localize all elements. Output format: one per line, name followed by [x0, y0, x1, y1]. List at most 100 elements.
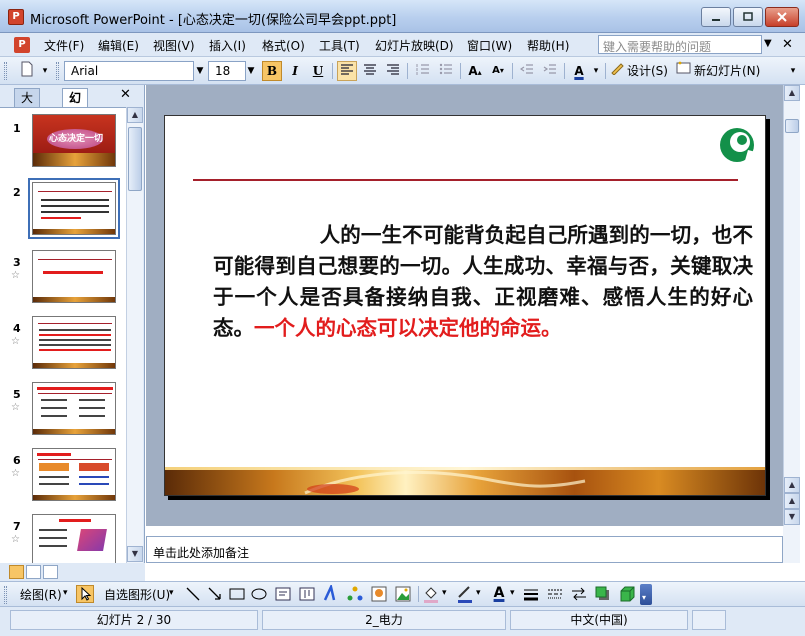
toolbar-grip[interactable]: [4, 62, 7, 80]
toolbar-options-button[interactable]: ▾: [640, 584, 652, 605]
draw-dropdown-icon[interactable]: ▾: [63, 588, 68, 598]
align-right-button[interactable]: [383, 61, 403, 81]
normal-view-icon[interactable]: [9, 565, 24, 579]
rectangle-tool-icon[interactable]: [228, 585, 246, 603]
wordart-icon[interactable]: [322, 583, 340, 603]
fill-color-dropdown-icon[interactable]: ▾: [442, 588, 447, 598]
thumbnail-banner: [33, 297, 115, 302]
panel-close-icon[interactable]: ✕: [120, 87, 131, 102]
dash-style-icon[interactable]: [546, 585, 564, 603]
draw-menu-button[interactable]: 绘图(R): [20, 586, 62, 603]
new-slide-button[interactable]: 新幻灯片(N): [694, 61, 764, 81]
select-pointer-icon[interactable]: [76, 585, 94, 603]
scroll-thumb[interactable]: [785, 119, 799, 133]
vertical-textbox-icon[interactable]: [298, 585, 316, 603]
bullet-list-button[interactable]: [436, 61, 456, 81]
slide-thumbnail-7[interactable]: [32, 514, 116, 563]
menu-slideshow[interactable]: 幻灯片放映(D): [375, 37, 454, 54]
help-search-input[interactable]: 键入需要帮助的问题: [598, 35, 762, 54]
decrease-indent-button[interactable]: [517, 61, 537, 81]
document-close-icon[interactable]: ✕: [782, 37, 793, 52]
menu-edit[interactable]: 编辑(E): [98, 37, 139, 54]
decrease-font-icon[interactable]: A▾: [488, 61, 508, 81]
slide-thumbnail-5[interactable]: [32, 382, 116, 435]
slide-scrollbar[interactable]: ▲ ▲ ▲ ▼: [783, 85, 800, 526]
document-icon[interactable]: P: [14, 37, 30, 53]
toolbar-grip[interactable]: [4, 586, 7, 604]
transition-star-icon: ☆: [11, 402, 20, 413]
menu-insert[interactable]: 插入(I): [209, 37, 246, 54]
insert-picture-icon[interactable]: [394, 585, 412, 603]
slide-thumbnail-3[interactable]: [32, 250, 116, 303]
italic-button[interactable]: I: [285, 61, 305, 81]
current-slide[interactable]: 人的一生不可能背负起自己所遇到的一切，也不可能得到自己想要的一切。人生成功、幸福…: [164, 115, 766, 496]
fill-color-icon[interactable]: [422, 585, 440, 603]
slide-thumbnail-1[interactable]: 心态决定一切: [32, 114, 116, 167]
3d-style-icon[interactable]: [618, 585, 636, 603]
clipart-icon[interactable]: [370, 585, 388, 603]
arrow-tool-icon[interactable]: [206, 585, 224, 603]
increase-font-icon[interactable]: A▴: [465, 61, 485, 81]
menu-tools[interactable]: 工具(T): [319, 37, 360, 54]
font-size-dropdown-icon[interactable]: ▼: [244, 61, 258, 81]
align-left-button[interactable]: [337, 61, 357, 81]
line-style-icon[interactable]: [522, 585, 540, 603]
powerpoint-app-icon[interactable]: P: [8, 9, 24, 25]
font-color-dropdown-icon[interactable]: ▾: [589, 61, 603, 81]
font-name-dropdown-icon[interactable]: ▼: [193, 61, 207, 81]
arrow-style-icon[interactable]: [570, 585, 588, 603]
notes-pane[interactable]: 单击此处添加备注: [146, 536, 783, 563]
slide-thumbnail-4[interactable]: [32, 316, 116, 369]
line-color-dropdown-icon[interactable]: ▾: [476, 588, 481, 598]
menu-window[interactable]: 窗口(W): [467, 37, 512, 54]
next-slide-icon[interactable]: ▼: [784, 509, 800, 525]
restore-button[interactable]: [733, 7, 763, 27]
design-button[interactable]: 设计(S): [627, 61, 672, 81]
minimize-button[interactable]: [701, 7, 731, 27]
close-button[interactable]: [765, 7, 799, 27]
font-color-icon[interactable]: A: [569, 61, 589, 81]
scroll-thumb[interactable]: [128, 127, 142, 191]
slide-sorter-view-icon[interactable]: [26, 565, 41, 579]
slide-thumbnail-2[interactable]: [28, 178, 120, 239]
textbox-tool-icon[interactable]: [274, 585, 292, 603]
scroll-up-icon[interactable]: ▲: [784, 85, 800, 101]
slide-body-text[interactable]: 人的一生不可能背负起自己所遇到的一切，也不可能得到自己想要的一切。人生成功、幸福…: [213, 220, 753, 344]
menu-format[interactable]: 格式(O): [262, 37, 305, 54]
shadow-style-icon[interactable]: [594, 585, 612, 603]
bold-button[interactable]: B: [262, 61, 282, 81]
new-file-dropdown-icon[interactable]: ▾: [38, 61, 52, 81]
slideshow-view-icon[interactable]: [43, 565, 58, 579]
scroll-down-icon[interactable]: ▼: [127, 546, 143, 562]
draw-font-color-dropdown-icon[interactable]: ▾: [510, 588, 515, 598]
notes-scrollbar[interactable]: [783, 526, 800, 563]
diagram-icon[interactable]: [346, 585, 364, 603]
tab-slides[interactable]: 幻灯片: [62, 88, 89, 141]
align-center-button[interactable]: [360, 61, 380, 81]
toolbar-grip[interactable]: [56, 62, 59, 80]
menu-file[interactable]: 文件(F): [44, 37, 84, 54]
toolbar-options-icon[interactable]: ▾: [786, 61, 800, 81]
font-size-select[interactable]: 18: [208, 61, 246, 81]
tab-outline[interactable]: 大纲: [14, 88, 41, 123]
numbered-list-button[interactable]: [413, 61, 433, 81]
slide-thumbnail-6[interactable]: [32, 448, 116, 501]
line-tool-icon[interactable]: [184, 585, 202, 603]
increase-indent-button[interactable]: [540, 61, 560, 81]
menu-view[interactable]: 视图(V): [153, 37, 195, 54]
line-color-icon[interactable]: [456, 585, 474, 603]
scroll-up-icon[interactable]: ▲: [127, 107, 143, 123]
oval-tool-icon[interactable]: [250, 585, 268, 603]
autoshapes-button[interactable]: 自选图形(U): [104, 586, 170, 603]
new-file-icon[interactable]: [16, 61, 38, 81]
scroll-down-icon[interactable]: ▲: [784, 477, 800, 493]
thumbnails-scrollbar[interactable]: ▲ ▼: [126, 107, 143, 563]
previous-slide-icon[interactable]: ▲: [784, 493, 800, 509]
underline-button[interactable]: U: [308, 61, 328, 81]
help-dropdown-icon[interactable]: ▼: [764, 38, 772, 49]
view-buttons: [0, 563, 145, 581]
autoshapes-dropdown-icon[interactable]: ▾: [169, 588, 174, 598]
draw-font-color-icon[interactable]: A: [490, 585, 508, 603]
font-name-select[interactable]: Arial: [64, 61, 194, 81]
menu-help[interactable]: 帮助(H): [527, 37, 569, 54]
